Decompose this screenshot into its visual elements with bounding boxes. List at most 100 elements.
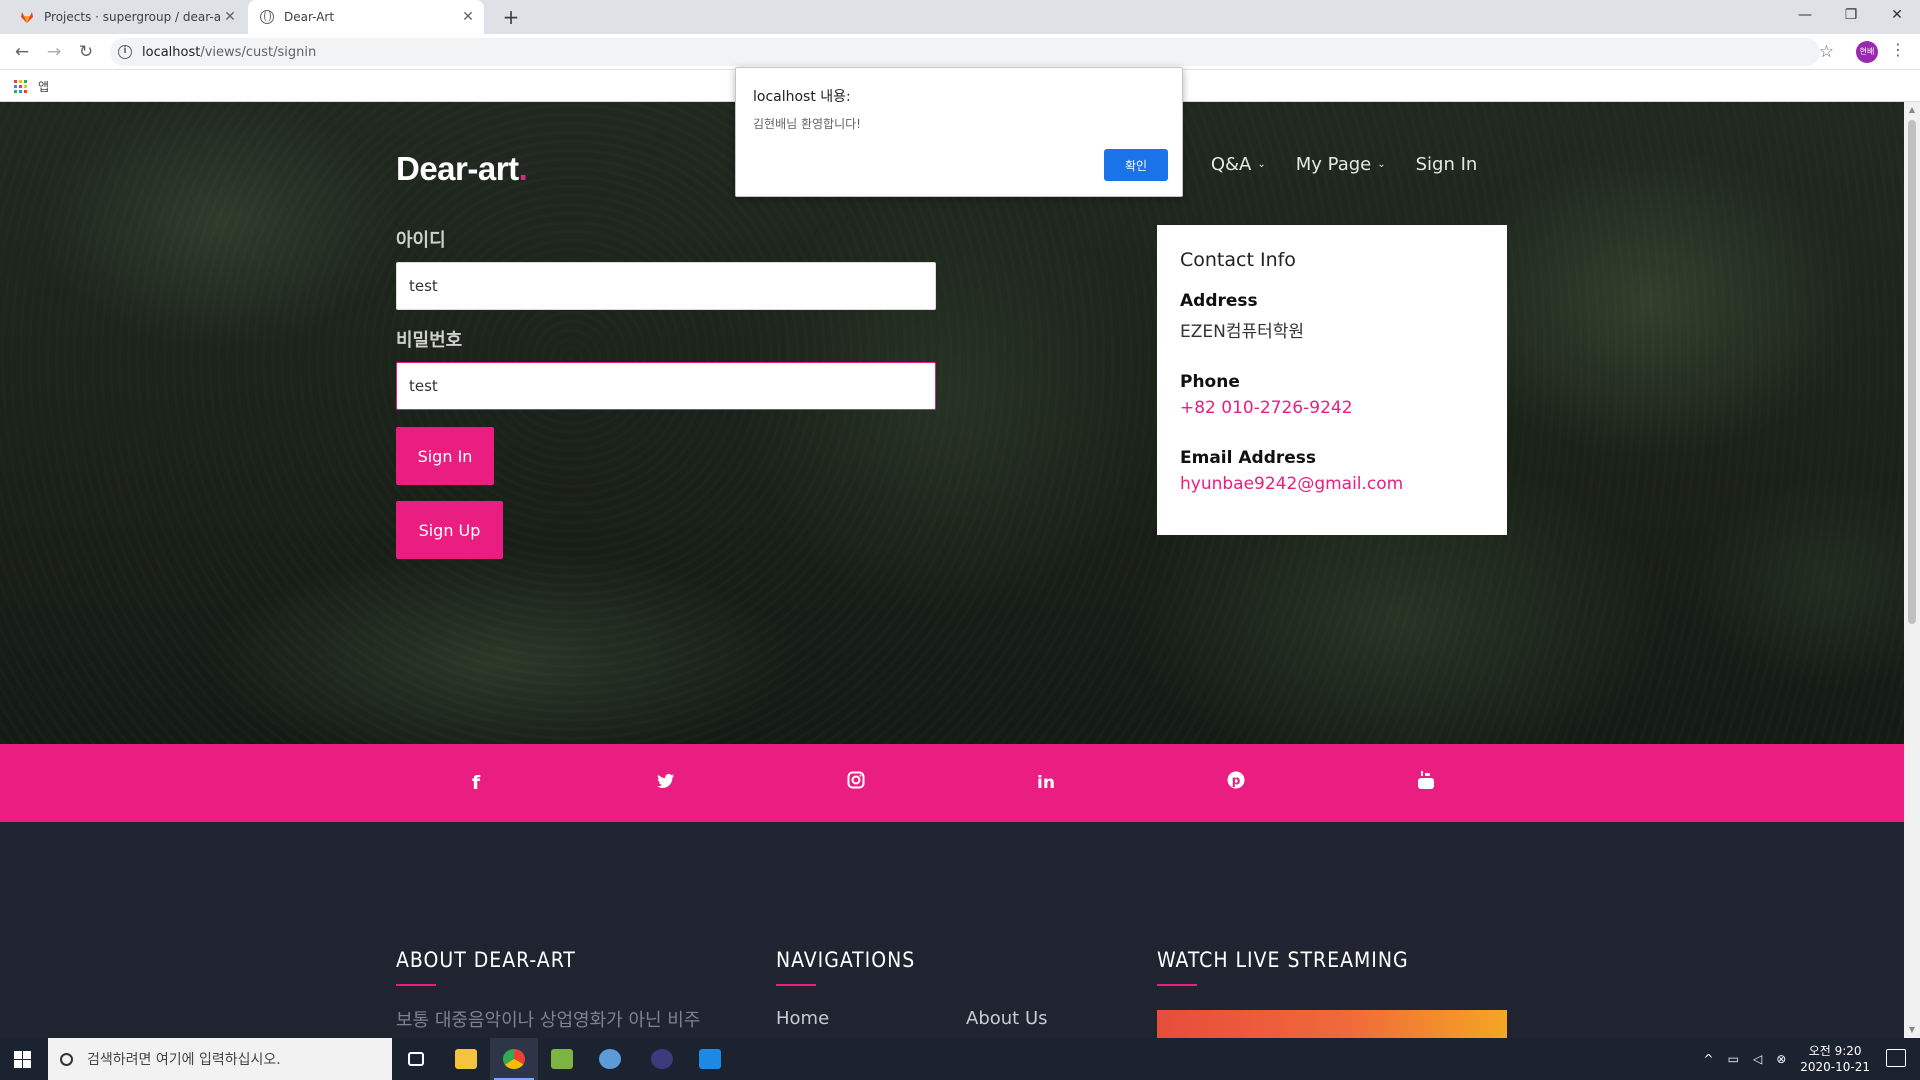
nav-label: Sign In: [1415, 154, 1478, 175]
bookmark-star-icon[interactable]: ☆: [1819, 42, 1834, 62]
youtube-icon[interactable]: [1411, 770, 1441, 796]
url-path: /views/cust/signin: [200, 44, 317, 60]
clock-date: 2020-10-21: [1800, 1060, 1870, 1074]
window-controls: — ❐ ✕: [1782, 0, 1920, 30]
scroll-up-arrow[interactable]: ▲: [1904, 102, 1920, 118]
address-bar[interactable]: i localhost/views/cust/signin: [110, 38, 1820, 66]
nav-label: My Page: [1295, 154, 1372, 175]
error-icon[interactable]: ⊗: [1776, 1052, 1786, 1066]
live-stream-thumbnail[interactable]: [1157, 1010, 1507, 1038]
tab-title: Projects · supergroup / dear-art: [44, 10, 220, 24]
main-navigation: ts⌄ Q&A⌄ My Page⌄ Sign In: [1150, 154, 1477, 175]
logo-dot: .: [518, 150, 528, 187]
tab-title: Dear-Art: [284, 10, 335, 24]
email-link[interactable]: hyunbae9242@gmail.com: [1180, 474, 1484, 494]
close-window-button[interactable]: ✕: [1874, 0, 1920, 30]
eclipse-icon[interactable]: [638, 1038, 686, 1080]
sign-up-button[interactable]: Sign Up: [396, 501, 503, 559]
app-icon[interactable]: [686, 1038, 734, 1080]
chevron-up-icon[interactable]: ^: [1704, 1052, 1714, 1066]
nav-item-my-page[interactable]: My Page ⌄: [1296, 154, 1386, 175]
system-tray: ^ ▭ ◁ ⊗ 오전 9:20 2020-10-21: [1704, 1038, 1870, 1080]
navigations-heading: NAVIGATIONS: [776, 948, 916, 972]
taskbar-search[interactable]: 검색하려면 여기에 입력하십시오.: [48, 1038, 392, 1080]
search-icon: [60, 1052, 73, 1066]
profile-avatar[interactable]: 현배: [1856, 41, 1878, 63]
tab-dear-art[interactable]: Dear-Art ✕: [248, 0, 484, 34]
search-placeholder: 검색하려면 여기에 입력하십시오.: [87, 1052, 281, 1068]
hero-section: Dear-art. ts⌄ Q&A⌄ My Page⌄ Sign In 아이디 …: [0, 102, 1904, 744]
forward-button[interactable]: →: [42, 40, 66, 64]
social-bar: f in p: [0, 744, 1904, 822]
address-label: Address: [1180, 291, 1258, 311]
scroll-thumb[interactable]: [1908, 120, 1916, 624]
scroll-down-arrow[interactable]: ▼: [1904, 1022, 1920, 1038]
alert-dialog: localhost 내용: 김현배님 환영합니다! 확인: [735, 67, 1183, 197]
clock-time: 오전 9:20: [1808, 1044, 1862, 1058]
facebook-icon[interactable]: f: [461, 770, 491, 796]
streaming-heading: WATCH LIVE STREAMING: [1157, 948, 1409, 972]
paint-icon[interactable]: [586, 1038, 634, 1080]
url-host: localhost: [142, 44, 201, 60]
back-button[interactable]: ←: [10, 40, 34, 64]
alert-ok-button[interactable]: 확인: [1104, 149, 1168, 181]
alert-message: 김현배님 환영합니다!: [753, 117, 861, 131]
logo-text: Dear-art: [396, 150, 519, 187]
heading-underline: [1157, 984, 1197, 986]
browser-toolbar: ← → ↻ i localhost/views/cust/signin ☆ 현배…: [0, 34, 1920, 70]
windows-start-icon[interactable]: [14, 1051, 31, 1068]
close-icon[interactable]: ✕: [458, 9, 478, 25]
notification-icon[interactable]: [1886, 1049, 1906, 1067]
page-scrollbar[interactable]: ▲ ▼: [1904, 102, 1920, 1038]
site-footer: ABOUT DEAR-ART 보통 대중음악이나 상업영화가 아닌 비주 NAV…: [0, 822, 1904, 1038]
chevron-down-icon: ⌄: [1257, 159, 1266, 170]
task-view-icon[interactable]: [392, 1038, 440, 1080]
nav-item-qna[interactable]: Q&A ⌄: [1211, 154, 1266, 175]
heading-underline: [396, 984, 436, 986]
browser-tab-bar: Projects · supergroup / dear-art ✕ Dear-…: [0, 0, 1920, 34]
instagram-icon[interactable]: [841, 770, 871, 796]
password-label: 비밀번호: [396, 330, 463, 351]
chrome-icon[interactable]: [490, 1038, 538, 1080]
sign-in-button[interactable]: Sign In: [396, 427, 494, 485]
alert-title: localhost 내용:: [753, 89, 851, 105]
windows-taskbar: 검색하려면 여기에 입력하십시오. ^ ▭ ◁ ⊗ 오전 9:20 2020-1…: [0, 1038, 1920, 1080]
about-text: 보통 대중음악이나 상업영화가 아닌 비주: [396, 1010, 701, 1031]
nav-label: Q&A: [1210, 154, 1252, 175]
id-label: 아이디: [396, 230, 446, 251]
info-icon[interactable]: i: [118, 45, 132, 59]
tab-projects[interactable]: Projects · supergroup / dear-art ✕: [10, 0, 246, 34]
linkedin-icon[interactable]: in: [1031, 770, 1061, 796]
pinterest-icon[interactable]: p: [1221, 770, 1251, 796]
about-heading: ABOUT DEAR-ART: [396, 948, 576, 972]
more-menu-icon[interactable]: ⋮: [1890, 40, 1906, 59]
clock[interactable]: 오전 9:20 2020-10-21: [1800, 1043, 1870, 1075]
footer-link-home[interactable]: Home: [776, 1008, 829, 1029]
hero-background-image: [0, 102, 1904, 744]
chevron-down-icon: ⌄: [1377, 159, 1386, 170]
id-input[interactable]: [396, 262, 936, 310]
site-logo[interactable]: Dear-art.: [396, 150, 528, 188]
password-input[interactable]: [396, 362, 936, 410]
apps-grid-icon[interactable]: [14, 80, 27, 93]
footer-link-about[interactable]: About Us: [966, 1008, 1048, 1029]
reload-button[interactable]: ↻: [74, 40, 98, 64]
new-tab-button[interactable]: +: [498, 4, 524, 30]
phone-link[interactable]: +82 010-2726-9242: [1180, 398, 1484, 418]
gitlab-icon: [21, 12, 33, 23]
nav-item-sign-in[interactable]: Sign In: [1416, 154, 1478, 175]
close-icon[interactable]: ✕: [220, 9, 240, 25]
minimize-button[interactable]: —: [1782, 0, 1828, 30]
network-icon[interactable]: ▭: [1728, 1052, 1739, 1066]
phone-label: Phone: [1180, 372, 1240, 392]
volume-icon[interactable]: ◁: [1753, 1052, 1762, 1066]
svg-text:p: p: [1232, 774, 1241, 788]
restore-button[interactable]: ❐: [1828, 0, 1874, 30]
email-label: Email Address: [1180, 448, 1317, 468]
contact-title: Contact Info: [1180, 249, 1296, 271]
file-explorer-icon[interactable]: [442, 1038, 490, 1080]
notepad-icon[interactable]: [538, 1038, 586, 1080]
twitter-icon[interactable]: [651, 770, 681, 796]
globe-icon: [260, 10, 274, 24]
apps-label[interactable]: 앱: [38, 78, 49, 95]
